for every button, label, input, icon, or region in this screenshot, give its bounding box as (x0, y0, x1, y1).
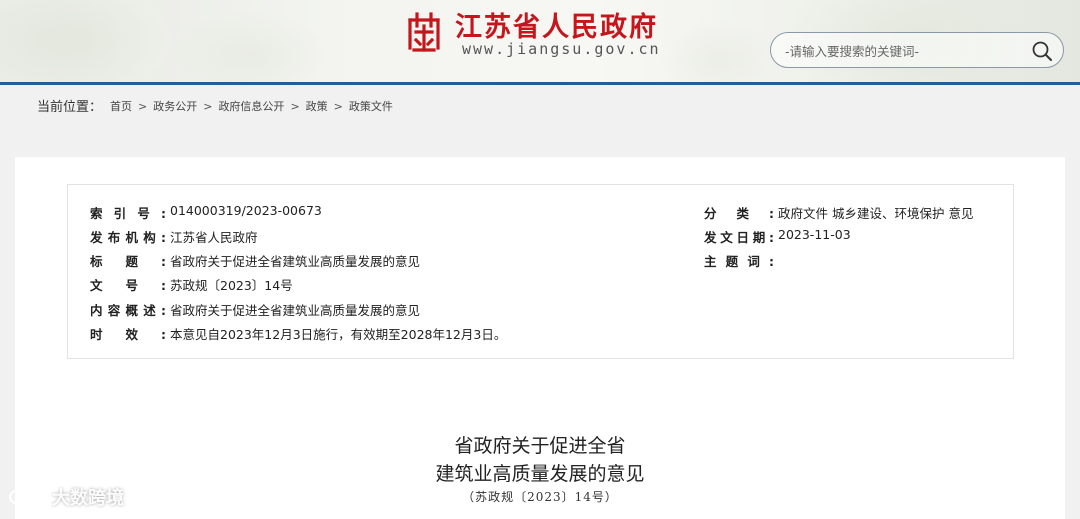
meta-key: 发布机构: (90, 230, 166, 245)
meta-key: 内容概述: (90, 303, 166, 318)
watermark-text: 大数跨境 (52, 488, 124, 509)
meta-key: 索引号: (90, 206, 166, 221)
meta-value: 2023-11-03 (778, 227, 851, 242)
breadcrumb: 当前位置： 首页 > 政务公开 > 政府信息公开 > 政策 > 政策文件 (0, 85, 1080, 123)
meta-key: 文号: (90, 278, 166, 293)
meta-value: 江苏省人民政府 (170, 230, 258, 245)
meta-value: 苏政规〔2023〕14号 (170, 278, 293, 293)
site-header: 江苏省人民政府 www.jiangsu.gov.cn (0, 0, 1080, 85)
jiangsu-emblem-icon[interactable] (404, 10, 444, 54)
meta-value: 政府文件 城乡建设、环境保护 意见 (778, 206, 974, 221)
breadcrumb-home[interactable]: 首页 (110, 98, 132, 114)
meta-row-doc-no: 文号: 苏政规〔2023〕14号 (90, 275, 293, 294)
meta-value: 014000319/2023-00673 (170, 203, 322, 218)
document-title-line-2: 建筑业高质量发展的意见 (435, 463, 645, 485)
breadcrumb-trail: 首页 > 政务公开 > 政府信息公开 > 政策 > 政策文件 (110, 98, 393, 114)
breadcrumb-info-disclosure[interactable]: 政府信息公开 (218, 98, 284, 114)
meta-row-publisher: 发布机构: 江苏省人民政府 (90, 227, 258, 246)
breadcrumb-gov-affairs[interactable]: 政务公开 (153, 98, 197, 114)
breadcrumb-policy-docs[interactable]: 政策文件 (349, 98, 393, 114)
search-input[interactable] (785, 41, 1025, 61)
article-panel: 索引号: 014000319/2023-00673 发布机构: 江苏省人民政府 … (15, 157, 1065, 519)
chevron-right-icon: > (138, 99, 148, 113)
document-number: （苏政规〔2023〕14号） (462, 490, 618, 504)
meta-value: 本意见自2023年12月3日施行，有效期至2028年12月3日。 (170, 327, 507, 342)
meta-row-category: 分类: 政府文件 城乡建设、环境保护 意见 (704, 203, 973, 222)
meta-key: 标题: (90, 254, 166, 269)
meta-row-index-no: 索引号: 014000319/2023-00673 (90, 203, 322, 222)
search-box[interactable] (770, 32, 1064, 68)
meta-row-date: 发文日期: 2023-11-03 (704, 227, 851, 246)
wechat-logo-icon (9, 489, 45, 504)
site-url[interactable]: www.jiangsu.gov.cn (462, 40, 661, 58)
chevron-right-icon: > (333, 99, 343, 113)
meta-key: 时效: (90, 327, 166, 342)
meta-value: 省政府关于促进全省建筑业高质量发展的意见 (170, 303, 421, 318)
document-metadata-table: 索引号: 014000319/2023-00673 发布机构: 江苏省人民政府 … (67, 184, 1014, 359)
chevron-right-icon: > (290, 99, 300, 113)
chevron-right-icon: > (203, 99, 213, 113)
meta-value: 省政府关于促进全省建筑业高质量发展的意见 (170, 254, 421, 269)
meta-row-title: 标题: 省政府关于促进全省建筑业高质量发展的意见 (90, 251, 420, 270)
meta-key: 主题词: (704, 254, 774, 269)
meta-key: 发文日期: (704, 230, 774, 245)
meta-row-keywords: 主题词: (704, 251, 778, 270)
meta-key: 分类: (704, 206, 774, 221)
document-title-line-1: 省政府关于促进全省 (454, 435, 626, 457)
meta-row-validity: 时效: 本意见自2023年12月3日施行，有效期至2028年12月3日。 (90, 324, 506, 343)
meta-row-summary: 内容概述: 省政府关于促进全省建筑业高质量发展的意见 (90, 300, 420, 319)
breadcrumb-label: 当前位置： (37, 100, 103, 115)
watermark: 大数跨境 (8, 484, 124, 510)
breadcrumb-policy[interactable]: 政策 (306, 98, 328, 114)
search-icon[interactable] (1031, 40, 1053, 62)
site-name[interactable]: 江苏省人民政府 (455, 5, 658, 44)
